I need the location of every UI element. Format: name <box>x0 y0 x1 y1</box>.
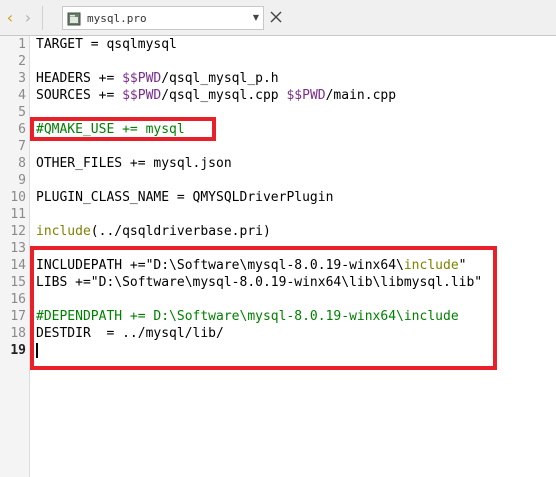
line-number: 7 <box>18 139 26 154</box>
code-text: #QMAKE_USE += mysql <box>36 121 185 138</box>
code-line[interactable]: 11 <box>0 206 556 223</box>
code-line[interactable]: 19 <box>0 342 556 359</box>
code-editor[interactable]: 1 TARGET = qsqlmysql 2 3 HEADERS += $$PWD/qs… <box>0 36 556 477</box>
code-text: OTHER_FILES += mysql.json <box>36 155 232 172</box>
code-line[interactable]: 10 PLUGIN_CLASS_NAME = QMYSQLDriverPlugin <box>0 189 556 206</box>
text-cursor <box>36 343 38 358</box>
code-token: /qsql_mysql_p.h <box>161 71 279 86</box>
code-text: DESTDIR = ../mysql/lib/ <box>36 325 224 342</box>
line-number: 11 <box>10 207 26 222</box>
code-line[interactable]: 13 <box>0 240 556 257</box>
code-token: " <box>458 258 467 273</box>
line-number: 14 <box>10 258 26 273</box>
line-number: 8 <box>18 156 26 171</box>
code-line[interactable]: 7 <box>0 138 556 155</box>
code-line[interactable]: 14 INCLUDEPATH +="D:\Software\mysql-8.0.1… <box>0 257 556 274</box>
code-token: INCLUDEPATH +="D:\Software\mysql-8.0.19-… <box>36 258 404 273</box>
code-line[interactable]: 4 SOURCES += $$PWD/qsql_mysql.cpp $$PWD/m… <box>0 87 556 104</box>
code-token: $$PWD <box>122 71 162 86</box>
code-token: TARGET = qsqlmysql <box>36 37 177 52</box>
code-token: #DEPENDPATH += D:\Software\mysql-8.0.19-… <box>36 309 459 324</box>
toolbar-separator <box>42 6 43 30</box>
code-line[interactable]: 16 <box>0 291 556 308</box>
code-token: include <box>403 258 459 273</box>
code-line[interactable]: 17 #DEPENDPATH += D:\Software\mysql-8.0.1… <box>0 308 556 325</box>
line-number: 6 <box>18 122 26 137</box>
code-text: include(../qsqldriverbase.pri) <box>36 223 271 240</box>
code-text: LIBS +="D:\Software\mysql-8.0.19-winx64\… <box>36 274 482 291</box>
code-token: SOURCES += <box>36 88 123 103</box>
code-text: INCLUDEPATH +="D:\Software\mysql-8.0.19-… <box>36 257 466 274</box>
code-line[interactable]: 3 HEADERS += $$PWD/qsql_mysql_p.h <box>0 70 556 87</box>
code-line[interactable]: 5 <box>0 104 556 121</box>
line-number: 13 <box>10 241 26 256</box>
code-line[interactable]: 15 LIBS +="D:\Software\mysql-8.0.19-winx6… <box>0 274 556 291</box>
code-token: PLUGIN_CLASS_NAME = QMYSQLDriverPlugin <box>36 190 334 205</box>
code-token: OTHER_FILES += mysql.json <box>36 156 232 171</box>
code-token: $$PWD <box>286 88 326 103</box>
code-text: SOURCES += $$PWD/qsql_mysql.cpp $$PWD/ma… <box>36 87 396 104</box>
line-number: 12 <box>10 224 26 239</box>
code-text: TARGET = qsqlmysql <box>36 36 177 53</box>
code-line[interactable]: 9 <box>0 172 556 189</box>
file-name-label: mysql.pro <box>87 11 147 25</box>
tab-bar: ‹ › mysql.pro ▼ <box>0 0 556 36</box>
open-file-selector[interactable]: mysql.pro ▼ <box>62 6 264 30</box>
code-text: #DEPENDPATH += D:\Software\mysql-8.0.19-… <box>36 308 459 325</box>
code-token: DESTDIR = ../mysql/lib/ <box>36 326 224 341</box>
line-number: 4 <box>18 88 26 103</box>
code-line[interactable]: 12 include(../qsqldriverbase.pri) <box>0 223 556 240</box>
line-number: 1 <box>18 37 26 52</box>
close-icon[interactable] <box>268 9 284 25</box>
line-number: 17 <box>10 309 26 324</box>
code-text: PLUGIN_CLASS_NAME = QMYSQLDriverPlugin <box>36 189 333 206</box>
code-token: (../qsqldriverbase.pri) <box>90 224 271 239</box>
code-line[interactable]: 2 <box>0 53 556 70</box>
code-token: /main.cpp <box>325 88 397 103</box>
code-token: $$PWD <box>122 88 162 103</box>
line-number: 18 <box>10 326 26 341</box>
dropdown-arrow-icon[interactable]: ▼ <box>253 11 259 25</box>
code-line[interactable]: 6 #QMAKE_USE += mysql <box>0 121 556 138</box>
line-number: 9 <box>18 173 26 188</box>
code-text: HEADERS += $$PWD/qsql_mysql_p.h <box>36 70 279 87</box>
code-token: HEADERS += <box>36 71 123 86</box>
code-token: #QMAKE_USE += mysql <box>36 122 185 137</box>
code-line[interactable]: 8 OTHER_FILES += mysql.json <box>0 155 556 172</box>
line-number: 3 <box>18 71 26 86</box>
code-line[interactable]: 18 DESTDIR = ../mysql/lib/ <box>0 325 556 342</box>
qt-project-file-icon <box>67 11 81 26</box>
line-number: 2 <box>18 54 26 69</box>
editor-window: ‹ › mysql.pro ▼ 1 TARGET = qsqlmysql 2 3 HEA… <box>0 0 556 477</box>
code-token: include <box>36 224 91 239</box>
line-number: 16 <box>10 292 26 307</box>
forward-arrow-icon[interactable]: › <box>20 9 36 27</box>
code-line[interactable]: 1 TARGET = qsqlmysql <box>0 36 556 53</box>
line-number: 19 <box>10 343 26 358</box>
line-number: 5 <box>18 105 26 120</box>
code-token: LIBS +="D:\Software\mysql-8.0.19-winx64\… <box>36 275 483 290</box>
code-token: /qsql_mysql.cpp <box>161 88 287 103</box>
line-number: 10 <box>10 190 26 205</box>
back-arrow-icon[interactable]: ‹ <box>2 9 18 27</box>
line-number: 15 <box>10 275 26 290</box>
